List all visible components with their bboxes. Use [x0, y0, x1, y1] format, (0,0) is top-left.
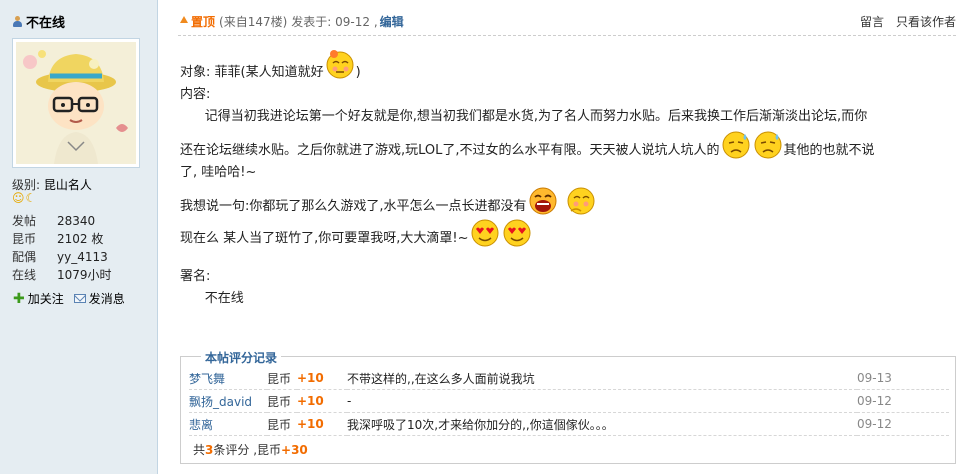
para1-line1: 记得当初我进论坛第一个好友就是你,想当初我们都是水货,为了名人而努力水贴。后来我… — [180, 109, 868, 124]
follow-button[interactable]: ✚ 加关注 — [13, 290, 64, 307]
rating-currency: 昆币 — [267, 412, 297, 436]
para3: 现在么 某人当了斑竹了,你可要罩我呀,大大滴罩!~ — [180, 219, 960, 250]
love-emoji-icon — [469, 216, 501, 248]
post-date: 发表于: 09-12 , — [291, 15, 378, 29]
profile-actions: ✚ 加关注 发消息 — [13, 290, 125, 307]
rating-box: 本帖评分记录 梦飞舞 昆币 +10 不带这样的,,在这么多人面前说我坑 09-1… — [180, 349, 956, 464]
summary-mid: 条评分 ,昆币 — [213, 443, 282, 457]
stat-label: 配偶 — [12, 250, 37, 264]
para1-line3: 了, 哇哈哈!~ — [180, 165, 257, 180]
sweat-emoji-icon — [720, 128, 752, 160]
sweat-emoji-icon — [752, 128, 784, 160]
para1-text-end: 其他的也就不说 — [783, 143, 875, 158]
rating-user[interactable]: 悲离 — [189, 412, 267, 436]
plus-icon: ✚ — [13, 290, 25, 307]
summary-prefix: 共 — [193, 443, 206, 457]
reply-link[interactable]: 留言 — [860, 13, 884, 30]
stat-row-posts: 发帖 28340 — [12, 212, 112, 230]
rating-date: 09-12 — [857, 389, 949, 413]
floor-info: (来自147楼) — [219, 15, 288, 29]
follow-label: 加关注 — [27, 292, 64, 306]
sun-icon: ☺ — [12, 191, 25, 205]
level-badges: ☺ ☾ — [12, 192, 36, 204]
pin-label: 置顶 — [191, 15, 216, 29]
post-header: 置顶 (来自147楼) 发表于: 09-12 , 编辑 留言 只看该作者 — [178, 13, 956, 36]
rating-title: 本帖评分记录 — [201, 349, 282, 366]
level-value: 昆山名人 — [43, 178, 92, 192]
stat-label: 发帖 — [12, 214, 37, 228]
stat-row-online: 在线 1079小时 — [12, 266, 112, 284]
rating-summary: 共3条评分 ,昆币+30 — [193, 441, 308, 458]
edit-link[interactable]: 编辑 — [380, 13, 404, 30]
rating-points: +10 — [297, 412, 347, 436]
rating-currency: 昆币 — [267, 389, 297, 413]
user-icon — [12, 15, 23, 28]
table-row: 梦飞舞 昆币 +10 不带这样的,,在这么多人面前说我坑 09-13 — [189, 367, 949, 390]
stat-label: 昆币 — [12, 232, 37, 246]
para1-text: 还在论坛继续水贴。之后你就进了游戏,玩LOL了,不过女的么水平有限。天天被人说坑… — [180, 143, 720, 158]
message-label: 发消息 — [88, 292, 125, 306]
pin-arrow-icon — [180, 16, 188, 23]
avatar[interactable] — [12, 38, 140, 168]
rating-user[interactable]: 飘扬_david — [189, 389, 267, 413]
laugh-emoji-icon — [527, 185, 559, 217]
stat-value: yy_4113 — [57, 250, 108, 264]
rating-points: +10 — [297, 367, 347, 390]
author-name[interactable]: 不在线 — [26, 12, 65, 31]
rating-date: 09-13 — [857, 367, 949, 390]
moon-icon: ☾ — [25, 191, 37, 205]
rating-points: +10 — [297, 389, 347, 413]
table-row: 飘扬_david 昆币 +10 - 09-12 — [189, 389, 949, 413]
para3-text: 现在么 某人当了斑竹了,你可要罩我呀,大大滴罩!~ — [180, 231, 469, 246]
author-only-link[interactable]: 只看该作者 — [896, 13, 956, 30]
target-line: 对象: 菲菲(某人知道就好 ) — [180, 49, 960, 84]
post-header-actions: 留言 只看该作者 — [860, 13, 956, 30]
rating-table: 梦飞舞 昆币 +10 不带这样的,,在这么多人面前说我坑 09-13 飘扬_da… — [189, 367, 949, 436]
para2: 我想说一句:你都玩了那么久游戏了,水平怎么一点长进都没有 — [180, 187, 960, 218]
summary-total: +30 — [281, 443, 308, 457]
table-row: 悲离 昆币 +10 我深呼吸了10次,才来给你加分的,,你這個傢伙。。。 09-… — [189, 412, 949, 436]
sign-name: 不在线 — [180, 291, 244, 306]
stat-value: 2102 枚 — [57, 232, 104, 246]
stat-value: 1079小时 — [57, 268, 112, 282]
user-stats: 发帖 28340 昆币 2102 枚 配偶 yy_4113 在线 1079小时 — [12, 212, 112, 284]
rating-date: 09-12 — [857, 412, 949, 436]
shy-emoji-icon — [324, 48, 356, 80]
para2-text: 我想说一句:你都玩了那么久游戏了,水平怎么一点长进都没有 — [180, 199, 527, 214]
stat-row-spouse: 配偶 yy_4113 — [12, 248, 112, 266]
target-close: ) — [355, 65, 361, 80]
stat-label: 在线 — [12, 268, 37, 282]
sign-label: 署名: — [180, 269, 211, 284]
shy-emoji-icon — [565, 185, 597, 217]
love-emoji-icon — [501, 216, 533, 248]
rating-user[interactable]: 梦飞舞 — [189, 367, 267, 390]
avatar-image — [16, 42, 136, 164]
rating-reason: 不带这样的,,在这么多人面前说我坑 — [347, 367, 857, 390]
content-label: 内容: — [180, 87, 211, 102]
envelope-icon — [73, 294, 86, 303]
stat-row-coins: 昆币 2102 枚 — [12, 230, 112, 248]
stat-value: 28340 — [57, 214, 96, 228]
post-main: 置顶 (来自147楼) 发表于: 09-12 , 编辑 留言 只看该作者 对象:… — [178, 0, 970, 474]
post-body: 对象: 菲菲(某人知道就好 ) 内容: 记得当初我进论坛第一个好友就是你,想当初… — [180, 49, 960, 310]
message-button[interactable]: 发消息 — [73, 290, 125, 307]
level-label: 级别: — [12, 178, 41, 192]
target-text: 对象: 菲菲(某人知道就好 — [180, 65, 324, 80]
rating-currency: 昆币 — [267, 367, 297, 390]
author-name-row[interactable]: 不在线 — [12, 12, 65, 31]
rating-reason: 我深呼吸了10次,才来给你加分的,,你這個傢伙。。。 — [347, 412, 857, 436]
author-sidebar: 不在线 级别: 昆山名人 ☺ ☾ 发帖 28340 昆币 2102 枚 配偶 y… — [0, 0, 158, 474]
rating-reason: - — [347, 389, 857, 413]
para1-line2: 还在论坛继续水贴。之后你就进了游戏,玩LOL了,不过女的么水平有限。天天被人说坑… — [180, 131, 960, 162]
